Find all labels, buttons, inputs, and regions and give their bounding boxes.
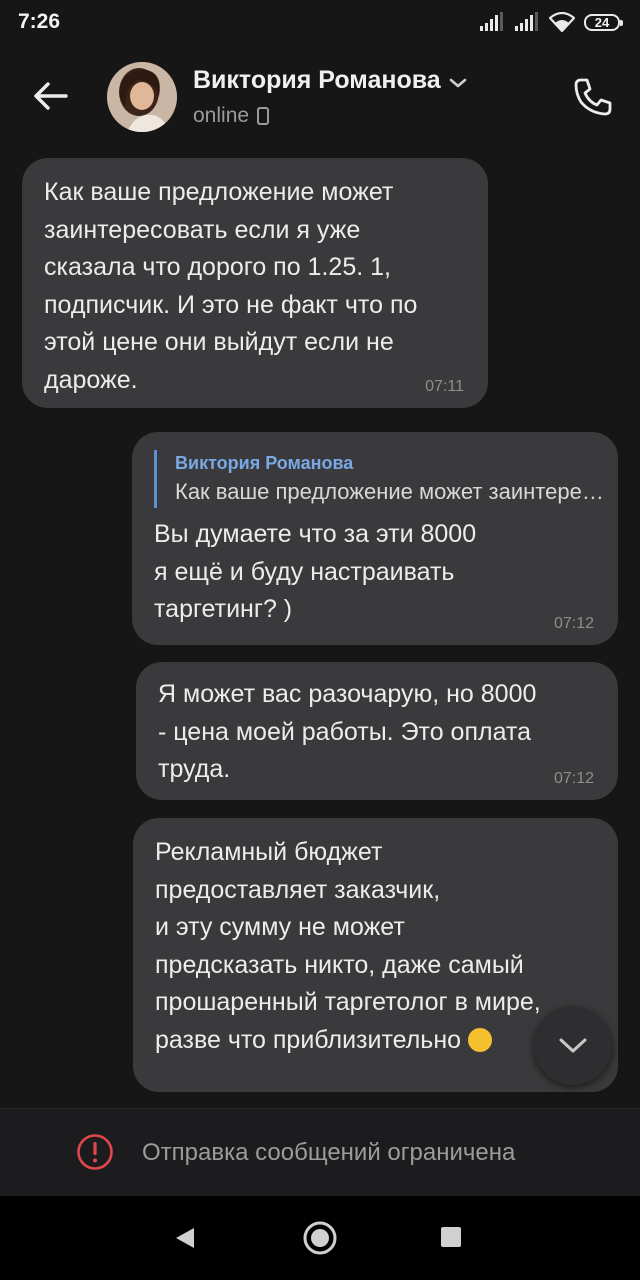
status-icons: 24 — [479, 10, 623, 34]
reply-text: Как ваше предложение может заинтересоват… — [175, 479, 605, 504]
laughing-emoji-icon — [467, 1027, 492, 1052]
reply-author: Виктория Романова — [175, 453, 354, 473]
phone-icon — [574, 78, 612, 116]
back-button[interactable] — [28, 76, 72, 116]
contact-name: Виктория Романова — [193, 66, 441, 94]
call-button[interactable] — [570, 74, 616, 120]
arrow-left-icon — [34, 82, 68, 110]
chat-header: Виктория Романова online — [0, 46, 640, 146]
message-time: 07:12 — [553, 615, 594, 632]
avatar[interactable] — [107, 62, 177, 132]
warning-icon — [77, 1134, 113, 1170]
nav-back-icon[interactable] — [172, 1225, 198, 1251]
scroll-to-bottom-button[interactable] — [534, 1007, 612, 1085]
chevron-down-icon — [559, 1038, 587, 1053]
wifi-icon — [549, 12, 575, 32]
message-bubble-outgoing[interactable]: Я может вас разочарую, но 8000 - цена мо… — [136, 662, 618, 800]
status-bar: 7:26 24 — [0, 0, 640, 46]
message-text: Рекламный бюджет предоставляет заказчик,… — [155, 838, 541, 1054]
chevron-down-icon — [449, 78, 466, 87]
restriction-text: Отправка сообщений ограничена — [142, 1139, 516, 1166]
message-text: Я может вас разочарую, но 8000 - цена мо… — [158, 680, 537, 783]
message-time: 07:11 — [425, 378, 464, 395]
message-text: Как ваше предложение может заинтересоват… — [44, 178, 418, 394]
signal-icon-2 — [515, 12, 538, 31]
nav-recents-icon[interactable] — [441, 1227, 461, 1247]
signal-icon — [480, 12, 503, 31]
nav-home-icon[interactable] — [302, 1220, 338, 1256]
message-text-wrap: Рекламный бюджет предоставляет заказчик,… — [155, 834, 598, 1059]
message-bubble-incoming[interactable]: Как ваше предложение может заинтересоват… — [22, 158, 488, 408]
system-nav-bar — [0, 1196, 640, 1280]
avatar-photo — [107, 62, 177, 132]
battery-level: 24 — [594, 14, 610, 30]
contact-name-row[interactable]: Виктория Романова — [193, 66, 467, 95]
reply-quote[interactable]: Виктория Романова Как ваше предложение м… — [154, 450, 605, 508]
contact-status: online — [193, 104, 250, 127]
battery-icon: 24 — [584, 13, 623, 31]
messaging-restricted-bar: Отправка сообщений ограничена — [0, 1108, 640, 1197]
status-time: 7:26 — [18, 10, 61, 33]
message-time: 07:12 — [553, 770, 594, 787]
message-bubble-outgoing[interactable]: Виктория Романова Как ваше предложение м… — [132, 432, 618, 645]
message-text: Вы думаете что за эти 8000 я ещё и буду … — [154, 520, 477, 623]
contact-status-row: online — [193, 104, 270, 128]
mobile-device-icon — [257, 107, 270, 125]
